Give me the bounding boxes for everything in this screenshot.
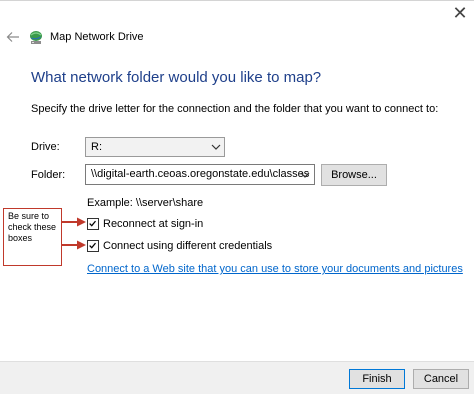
chevron-down-icon [211, 144, 221, 150]
reconnect-checkbox[interactable] [87, 218, 99, 230]
annotation-arrowhead-credentials [77, 240, 86, 250]
instruction-text: Specify the drive letter for the connect… [31, 103, 439, 115]
cancel-button[interactable]: Cancel [413, 369, 469, 389]
page-title: What network folder would you like to ma… [31, 69, 322, 86]
credentials-label[interactable]: Connect using different credentials [103, 240, 272, 252]
annotation-line-1: Be sure to [8, 211, 50, 221]
folder-value: \\digital-earth.ceoas.oregonstate.edu\cl… [91, 168, 310, 180]
annotation-line-3: boxes [8, 233, 33, 243]
finish-button[interactable]: Finish [349, 369, 405, 389]
network-drive-icon [30, 31, 42, 44]
top-border [0, 0, 474, 1]
checkmark-icon [89, 220, 96, 227]
folder-combobox[interactable]: \\digital-earth.ceoas.oregonstate.edu\cl… [85, 164, 315, 185]
annotation-arrows [62, 217, 86, 250]
drive-value: R: [91, 141, 102, 153]
drive-label: Drive: [31, 141, 60, 153]
reconnect-label[interactable]: Reconnect at sign-in [103, 218, 203, 230]
folder-label: Folder: [31, 169, 66, 181]
close-button[interactable]: ✕ [449, 4, 471, 24]
annotation-line-2: check these [8, 222, 57, 232]
window-title: Map Network Drive [50, 31, 144, 43]
web-site-link[interactable]: Connect to a Web site that you can use t… [87, 263, 463, 275]
example-text: Example: \\server\share [87, 197, 204, 209]
annotation-note: Be sure to check these boxes [3, 208, 62, 266]
browse-button[interactable]: Browse... [321, 164, 387, 186]
chevron-down-icon[interactable] [300, 171, 310, 179]
drive-select[interactable]: R: [85, 137, 225, 157]
checkmark-icon [89, 242, 96, 249]
annotation-arrowhead-reconnect [77, 217, 86, 227]
back-arrow-icon[interactable] [6, 30, 20, 44]
credentials-checkbox[interactable] [87, 240, 99, 252]
